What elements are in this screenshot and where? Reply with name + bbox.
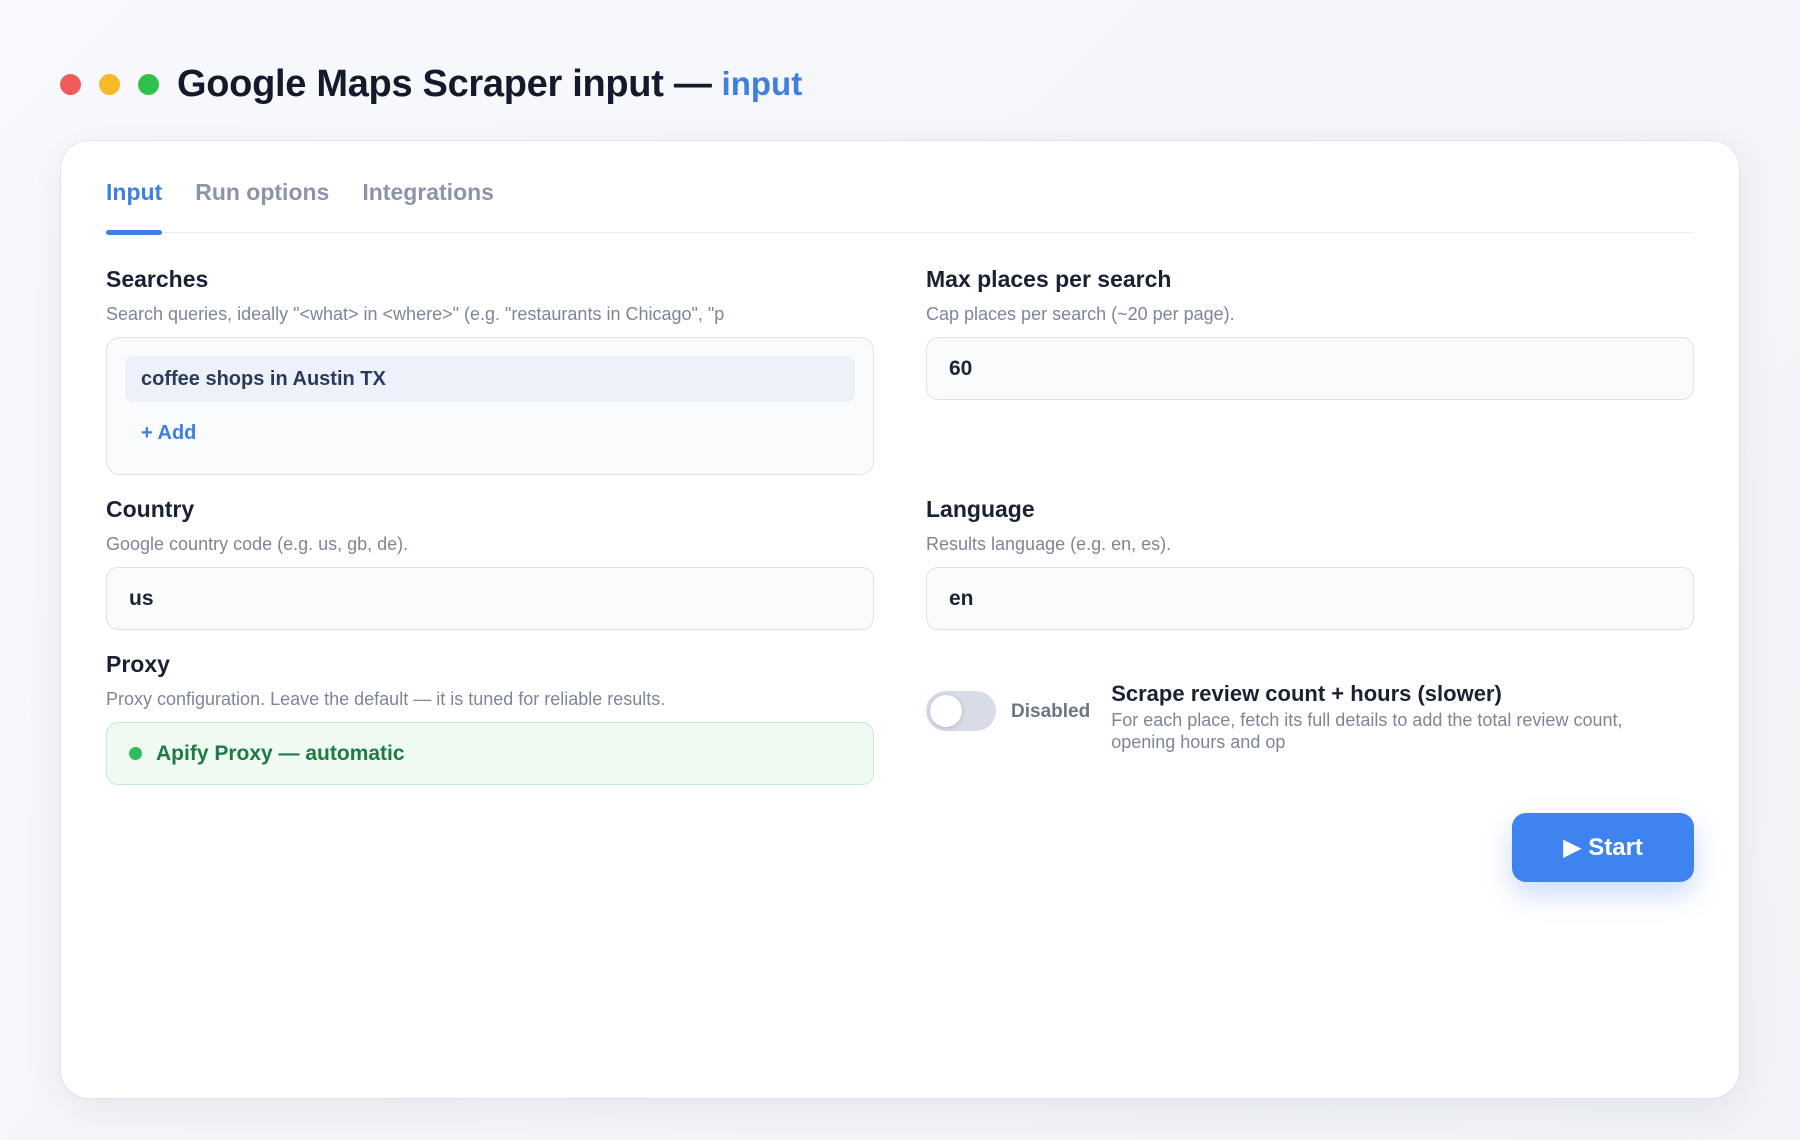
proxy-help: Proxy configuration. Leave the default —… <box>106 689 666 709</box>
review-toggle-switch[interactable] <box>926 691 996 731</box>
page-subtitle: input <box>721 65 803 102</box>
input-card: Input Run options Integrations Searches … <box>61 141 1739 1098</box>
window-titlebar: Google Maps Scraper input — input <box>60 58 802 110</box>
review-toggle-title: Scrape review count + hours (slower) <box>1111 681 1502 706</box>
proxy-selector[interactable]: Apify Proxy — automatic <box>106 722 874 785</box>
toggle-knob <box>930 695 962 727</box>
country-input[interactable]: us <box>106 567 874 630</box>
tab-bar: Input Run options Integrations <box>106 141 1694 235</box>
proxy-value: Apify Proxy — automatic <box>156 741 405 765</box>
review-toggle-text: Scrape review count + hours (slower) For… <box>1111 681 1651 753</box>
country-field: Country Google country code (e.g. us, gb… <box>106 496 874 630</box>
max-places-label: Max places per search <box>926 266 1172 292</box>
review-toggle-row: Disabled Scrape review count + hours (sl… <box>926 681 1696 753</box>
maximize-window-dot[interactable] <box>138 73 159 95</box>
add-search-button[interactable]: + Add <box>141 422 855 445</box>
searches-help: Search queries, ideally "<what> in <wher… <box>106 304 725 324</box>
start-button[interactable]: ▶ Start <box>1512 813 1694 882</box>
country-label: Country <box>106 496 195 522</box>
searches-list: coffee shops in Austin TX + Add <box>106 337 874 475</box>
minimize-window-dot[interactable] <box>99 73 120 95</box>
search-item[interactable]: coffee shops in Austin TX <box>125 356 855 402</box>
max-places-field: Max places per search Cap places per sea… <box>926 266 1694 400</box>
tab-integrations[interactable]: Integrations <box>362 179 494 232</box>
review-toggle-description: For each place, fetch its full details t… <box>1111 710 1623 752</box>
language-help: Results language (e.g. en, es). <box>926 534 1172 554</box>
searches-field: Searches Search queries, ideally "<what>… <box>106 266 874 475</box>
proxy-field: Proxy Proxy configuration. Leave the def… <box>106 651 874 785</box>
language-field: Language Results language (e.g. en, es).… <box>926 496 1694 630</box>
page-title: Google Maps Scraper input — <box>177 62 712 105</box>
max-places-help: Cap places per search (~20 per page). <box>926 304 1235 324</box>
language-label: Language <box>926 496 1035 522</box>
country-help: Google country code (e.g. us, gb, de). <box>106 534 409 554</box>
close-window-dot[interactable] <box>60 73 81 95</box>
tab-run-options[interactable]: Run options <box>195 179 329 232</box>
searches-label: Searches <box>106 266 209 292</box>
max-places-input[interactable]: 60 <box>926 337 1694 400</box>
language-input[interactable]: en <box>926 567 1694 630</box>
toggle-state-label: Disabled <box>1011 701 1091 722</box>
status-dot-icon <box>129 747 142 760</box>
proxy-label: Proxy <box>106 651 170 677</box>
tab-input[interactable]: Input <box>106 179 163 235</box>
